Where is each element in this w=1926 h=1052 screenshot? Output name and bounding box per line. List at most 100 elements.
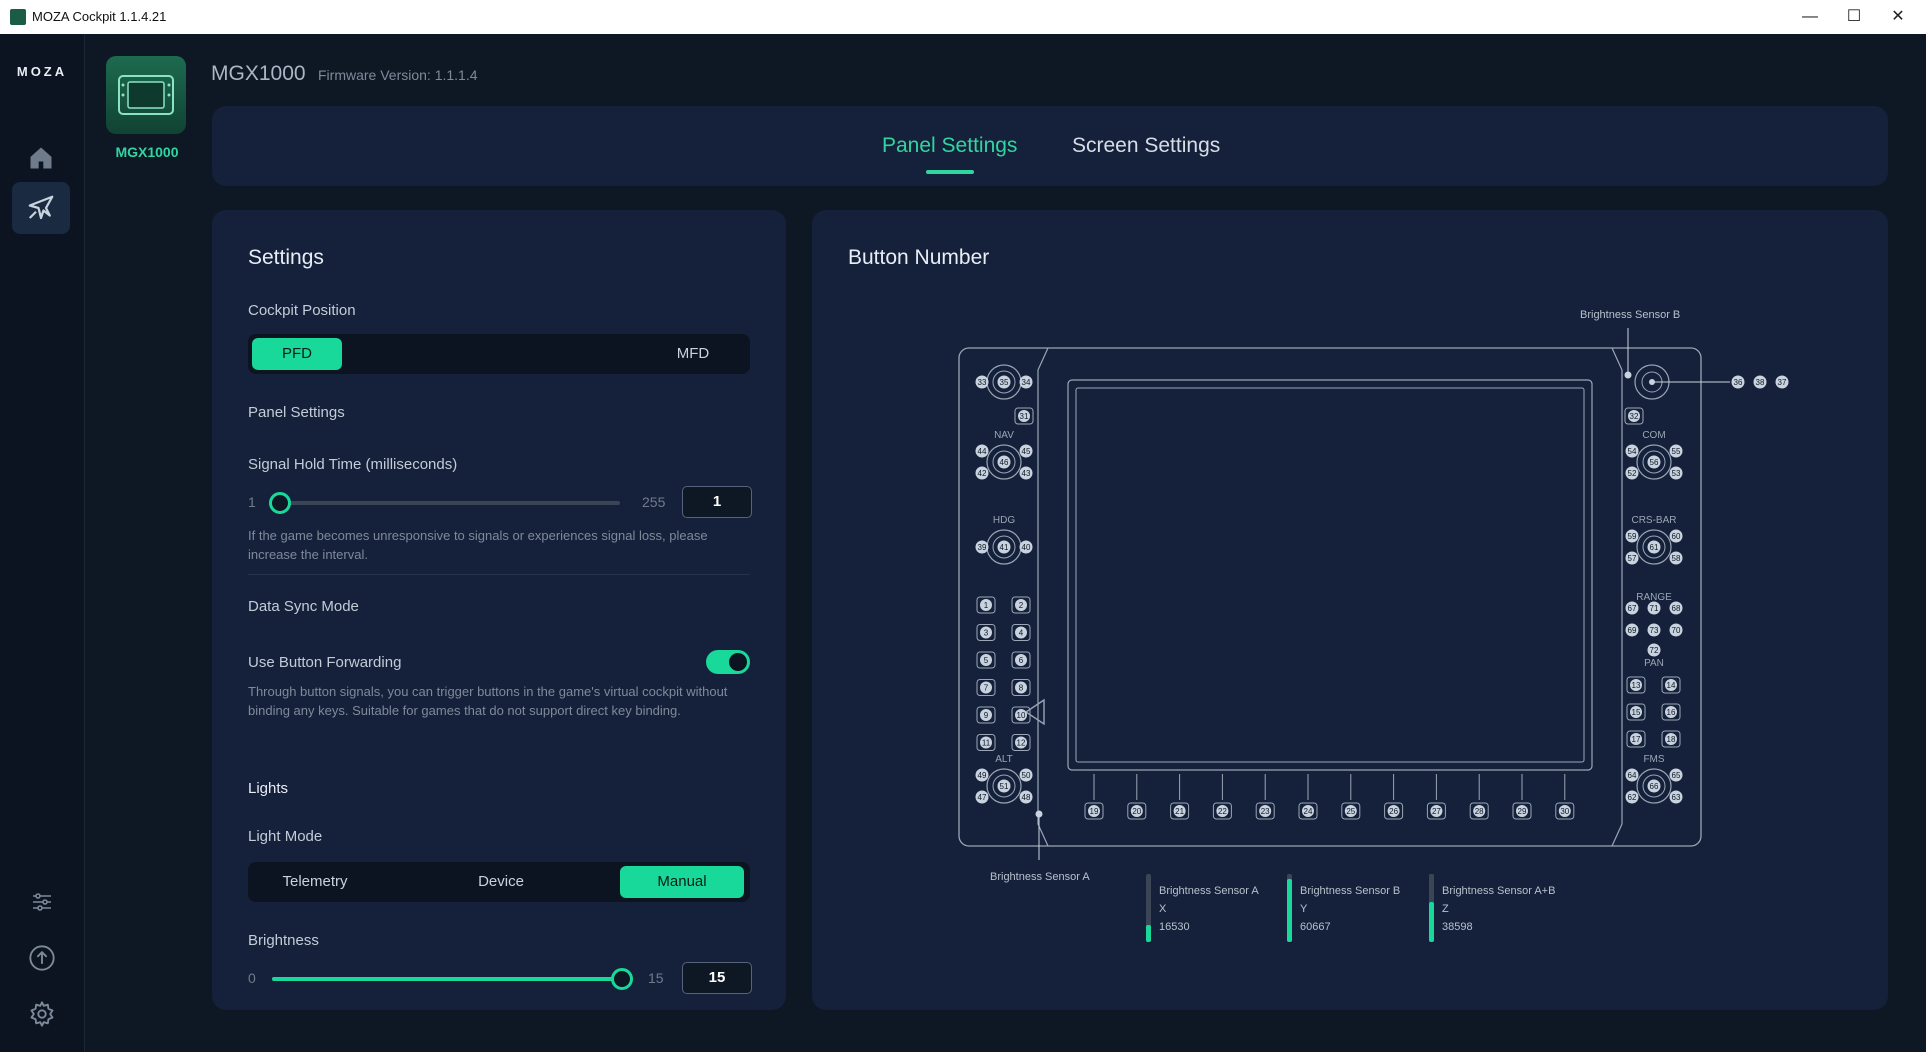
cockpit-position-mfd[interactable]: MFD (648, 338, 738, 370)
signal-hold-max: 255 (642, 494, 666, 510)
sensor-a-value: 16530 (1159, 921, 1190, 933)
sidebar-item-cockpit[interactable] (12, 182, 70, 234)
sidebar-item-settings[interactable] (22, 994, 62, 1034)
light-mode-manual[interactable]: Manual (620, 866, 744, 898)
brightness-label: Brightness (248, 932, 319, 949)
maximize-button[interactable]: ☐ (1834, 4, 1874, 30)
button-35-number: 35 (1000, 378, 1009, 387)
button-24-number: 24 (1304, 807, 1313, 816)
window-title: MOZA Cockpit 1.1.4.21 (32, 9, 167, 24)
button-5-number: 5 (984, 656, 989, 665)
brightness-slider-thumb[interactable] (611, 968, 633, 990)
button-60-number: 60 (1672, 532, 1681, 541)
cockpit-position-pfd[interactable]: PFD (252, 338, 342, 370)
button-63-number: 63 (1672, 793, 1681, 802)
button-64-number: 64 (1628, 771, 1637, 780)
sensor-ab-level (1429, 901, 1434, 942)
device-name: MGX1000 (211, 62, 306, 85)
button-46-number: 46 (1000, 458, 1009, 467)
button-55-number: 55 (1672, 447, 1681, 456)
button-36-number: 36 (1734, 378, 1743, 387)
button-67-number: 67 (1628, 604, 1637, 613)
home-icon (30, 147, 52, 169)
app-icon (10, 9, 26, 25)
device-tile[interactable] (106, 56, 186, 134)
range-label: RANGE (1636, 592, 1672, 603)
button-10-number: 10 (1017, 711, 1026, 720)
button-61-number: 61 (1650, 543, 1659, 552)
crs-bar-knob-label: CRS-BAR (1631, 515, 1676, 526)
button-57-number: 57 (1628, 554, 1637, 563)
button-20-number: 20 (1132, 807, 1141, 816)
left-arrow-indicator (1024, 698, 1045, 726)
button-42-number: 42 (978, 469, 987, 478)
sidebar-item-update[interactable] (22, 938, 62, 978)
button-3-number: 3 (984, 629, 989, 638)
light-mode-label: Light Mode (248, 828, 323, 845)
button-40-number: 40 (1022, 543, 1031, 552)
device-label: MGX1000 (115, 144, 179, 160)
sensor-b-name: Brightness Sensor B (1300, 885, 1401, 897)
toggle-knob (729, 653, 747, 671)
sliders-icon (33, 893, 51, 911)
window-titlebar: MOZA Cockpit 1.1.4.21 — ☐ ✕ (0, 0, 1926, 34)
button-30-number: 30 (1560, 807, 1569, 816)
sidebar-item-adjust[interactable] (22, 882, 62, 922)
button-31-number: 31 (1020, 412, 1029, 421)
signal-hold-slider-thumb[interactable] (269, 492, 291, 514)
panel-settings-label: Panel Settings (248, 404, 345, 421)
button-38-number: 38 (1756, 378, 1765, 387)
button-58-number: 58 (1672, 554, 1681, 563)
button-52-number: 52 (1628, 469, 1637, 478)
brightness-input[interactable]: 15 (682, 962, 752, 994)
sidebar-item-home[interactable] (12, 132, 70, 184)
light-mode-telemetry[interactable]: Telemetry (252, 866, 378, 898)
sensor-a-callout: Brightness Sensor A (990, 871, 1090, 883)
button-9-number: 9 (984, 711, 989, 720)
button-34-number: 34 (1022, 378, 1031, 387)
button-65-number: 65 (1672, 771, 1681, 780)
sensor-b-axis: Y (1300, 903, 1308, 915)
button-6-number: 6 (1019, 656, 1024, 665)
sensor-a-bar (1146, 874, 1151, 942)
button-forwarding-toggle[interactable] (706, 650, 750, 674)
cockpit-position-label: Cockpit Position (248, 302, 356, 319)
button-50-number: 50 (1022, 771, 1031, 780)
button-49-number: 49 (978, 771, 987, 780)
active-tab-indicator (926, 170, 974, 174)
button-62-number: 62 (1628, 793, 1637, 802)
button-18-number: 18 (1667, 735, 1676, 744)
button-number-panel: Button Number 35 33 34 NAV 46 44 45 42 43 HDG 41 39… (812, 210, 1888, 1010)
settings-panel: Settings Cockpit Position PFD MFD Panel … (212, 210, 786, 1010)
alt-knob-label: ALT (995, 754, 1013, 765)
settings-title: Settings (248, 246, 324, 269)
button-56-number: 56 (1650, 458, 1659, 467)
tab-panel-settings[interactable]: Panel Settings (882, 134, 1017, 158)
sensor-ab-name: Brightness Sensor A+B (1442, 885, 1556, 897)
button-14-number: 14 (1667, 681, 1676, 690)
minimize-button[interactable]: — (1790, 4, 1830, 30)
airplane-icon (28, 195, 54, 220)
button-37-number: 37 (1778, 378, 1787, 387)
firmware-version: Firmware Version: 1.1.1.4 (318, 67, 478, 83)
light-mode-device[interactable]: Device (438, 866, 564, 898)
device-column: MGX1000 (84, 34, 204, 1052)
upload-icon (29, 945, 55, 971)
gear-icon (30, 1001, 54, 1027)
display-device-icon (118, 75, 174, 115)
signal-hold-input[interactable]: 1 (682, 486, 752, 518)
close-button[interactable]: ✕ (1878, 4, 1918, 30)
button-8-number: 8 (1019, 684, 1024, 693)
tab-screen-settings[interactable]: Screen Settings (1072, 134, 1220, 158)
button-41-number: 41 (1000, 543, 1009, 552)
button-17-number: 17 (1632, 735, 1641, 744)
button-forwarding-label: Use Button Forwarding (248, 654, 402, 671)
light-mode-selector: Telemetry Device Manual (248, 862, 750, 902)
button-23-number: 23 (1261, 807, 1270, 816)
button-13-number: 13 (1632, 681, 1641, 690)
button-27-number: 27 (1432, 807, 1441, 816)
brightness-fill (272, 977, 622, 981)
button-66-number: 66 (1650, 782, 1659, 791)
sensor-b-level (1287, 878, 1292, 942)
right-bezel-line (1611, 347, 1623, 847)
